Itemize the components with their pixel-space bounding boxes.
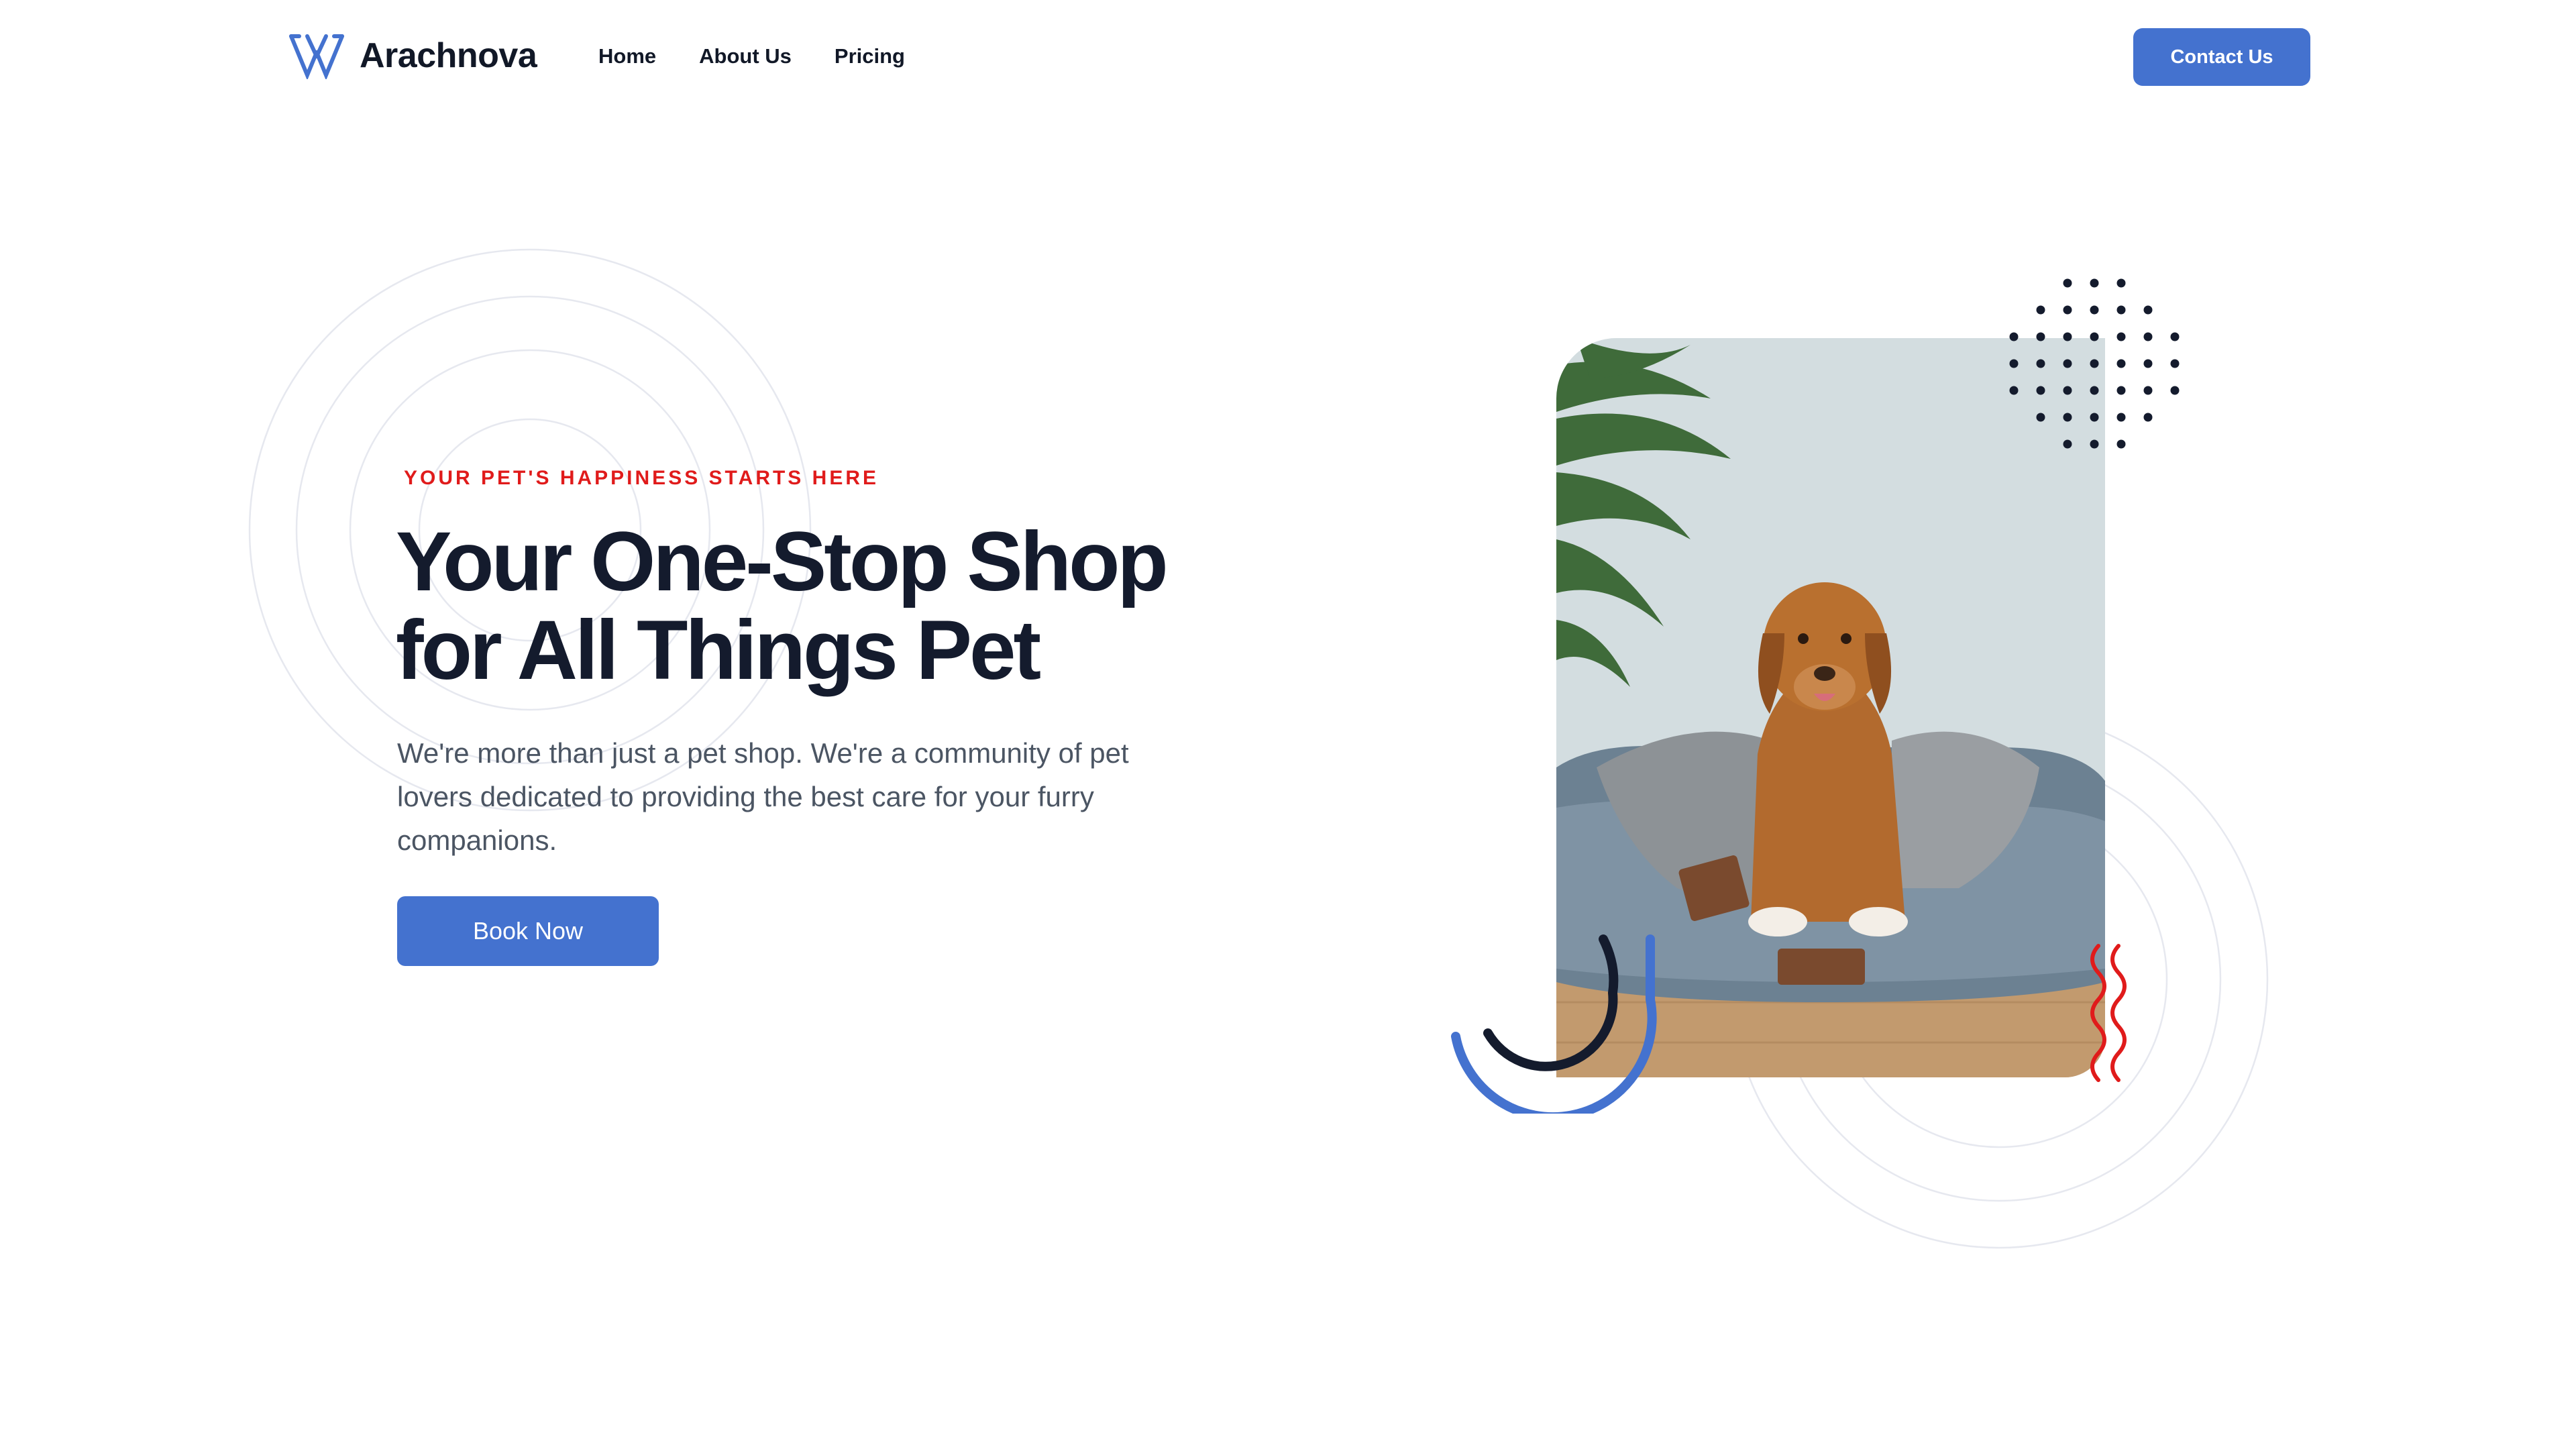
hero-headline: Your One-Stop Shop for All Things Pet — [396, 518, 1268, 695]
decorative-dot — [2009, 386, 2019, 395]
decorative-dot — [2009, 359, 2019, 368]
decorative-dot — [2090, 359, 2099, 368]
decorative-dot — [2143, 305, 2153, 315]
book-now-button[interactable]: Book Now — [397, 896, 659, 966]
decorative-dot — [2036, 413, 2045, 422]
decorative-squiggles — [2090, 944, 2127, 1082]
nav-link-pricing[interactable]: Pricing — [835, 42, 905, 71]
decorative-dot — [2116, 278, 2126, 288]
decorative-dot — [2090, 439, 2099, 449]
decorative-dot — [2116, 386, 2126, 395]
decorative-dot-grid — [2009, 278, 2180, 449]
main-nav: Home About Us Pricing — [598, 42, 948, 71]
decorative-dot — [2036, 305, 2045, 315]
decorative-dot — [2063, 278, 2072, 288]
decorative-dot — [2143, 359, 2153, 368]
hero-headline-line-2: for All Things Pet — [396, 604, 1041, 697]
decorative-dot — [2090, 413, 2099, 422]
decorative-dot — [2090, 386, 2099, 395]
decorative-dot — [2036, 359, 2045, 368]
decorative-dot — [2036, 332, 2045, 341]
decorative-dot — [2090, 278, 2099, 288]
arachnova-logo-icon — [289, 34, 344, 79]
decorative-dot — [2170, 386, 2180, 395]
decorative-dot — [2116, 305, 2126, 315]
landing-page: Arachnova Home About Us Pricing Contact … — [0, 0, 2576, 1449]
brand-name: Arachnova — [360, 36, 537, 75]
decorative-dot — [2090, 305, 2099, 315]
decorative-dot — [2116, 332, 2126, 341]
decorative-dot — [2063, 439, 2072, 449]
decorative-dot — [2063, 305, 2072, 315]
hero-description: We're more than just a pet shop. We're a… — [397, 737, 1129, 856]
decorative-dot — [2063, 413, 2072, 422]
hero-eyebrow: YOUR PET'S HAPPINESS STARTS HERE — [404, 467, 879, 489]
decorative-dot — [2009, 332, 2019, 341]
decorative-dot — [2170, 332, 2180, 341]
decorative-dot — [2063, 332, 2072, 341]
hero-headline-line-1: Your One-Stop Shop — [396, 515, 1169, 608]
nav-link-home[interactable]: Home — [598, 42, 656, 71]
decorative-dot — [2143, 332, 2153, 341]
decorative-dot — [2063, 359, 2072, 368]
decorative-arcs — [1451, 934, 1657, 1114]
decorative-dot — [2036, 386, 2045, 395]
decorative-dot — [2143, 413, 2153, 422]
decorative-dot — [2090, 332, 2099, 341]
contact-us-button[interactable]: Contact Us — [2133, 28, 2310, 86]
decorative-dot — [2063, 386, 2072, 395]
decorative-dot — [2170, 359, 2180, 368]
top-navbar: Arachnova Home About Us Pricing Contact … — [0, 0, 2576, 114]
decorative-dot — [2116, 359, 2126, 368]
decorative-dot — [2116, 439, 2126, 449]
brand-logo-link[interactable]: Arachnova — [287, 32, 537, 79]
decorative-dot — [2116, 413, 2126, 422]
nav-link-about-us[interactable]: About Us — [699, 42, 792, 71]
decorative-dot — [2143, 386, 2153, 395]
